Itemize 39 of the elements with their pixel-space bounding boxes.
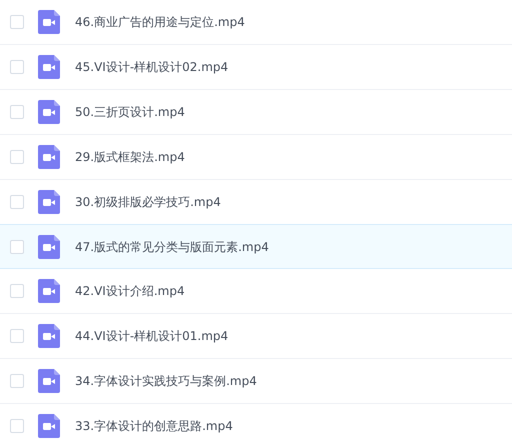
video-file-icon (38, 10, 60, 34)
checkbox[interactable] (10, 105, 24, 119)
file-row[interactable]: 29.版式框架法.mp4 (0, 135, 512, 180)
checkbox[interactable] (10, 150, 24, 164)
checkbox[interactable] (10, 240, 24, 254)
video-file-icon (38, 234, 60, 258)
video-file-icon (38, 324, 60, 348)
file-name: 47.版式的常见分类与版面元素.mp4 (75, 238, 269, 256)
file-row[interactable]: 46.商业广告的用途与定位.mp4 (0, 0, 512, 45)
video-file-icon (38, 55, 60, 79)
checkbox[interactable] (10, 284, 24, 298)
file-name: 50.三折页设计.mp4 (75, 104, 185, 121)
file-name: 46.商业广告的用途与定位.mp4 (75, 14, 245, 31)
file-row[interactable]: 33.字体设计的创意思路.mp4 (0, 404, 512, 443)
checkbox[interactable] (10, 60, 24, 74)
video-file-icon (38, 100, 60, 124)
file-name: 45.VI设计-样机设计02.mp4 (75, 59, 228, 76)
video-file-icon (38, 279, 60, 303)
file-row[interactable]: 34.字体设计实践技巧与案例.mp4 (0, 359, 512, 404)
video-file-icon (38, 190, 60, 214)
checkbox[interactable] (10, 374, 24, 388)
file-name: 29.版式框架法.mp4 (75, 149, 185, 166)
file-name: 44.VI设计-样机设计01.mp4 (75, 328, 228, 345)
file-row[interactable]: 50.三折页设计.mp4 (0, 90, 512, 135)
checkbox[interactable] (10, 195, 24, 209)
video-file-icon (38, 414, 60, 438)
video-file-icon (38, 369, 60, 393)
file-row[interactable]: 42.VI设计介绍.mp4 (0, 269, 512, 314)
file-name: 42.VI设计介绍.mp4 (75, 283, 185, 300)
file-row[interactable]: 44.VI设计-样机设计01.mp4 (0, 314, 512, 359)
file-name: 33.字体设计的创意思路.mp4 (75, 418, 233, 435)
checkbox[interactable] (10, 329, 24, 343)
video-file-icon (38, 145, 60, 169)
checkbox[interactable] (10, 15, 24, 29)
file-name: 34.字体设计实践技巧与案例.mp4 (75, 373, 257, 390)
file-name: 30.初级排版必学技巧.mp4 (75, 194, 221, 211)
checkbox[interactable] (10, 419, 24, 433)
file-row[interactable]: 47.版式的常见分类与版面元素.mp4 (0, 224, 512, 269)
file-row[interactable]: 45.VI设计-样机设计02.mp4 (0, 45, 512, 90)
